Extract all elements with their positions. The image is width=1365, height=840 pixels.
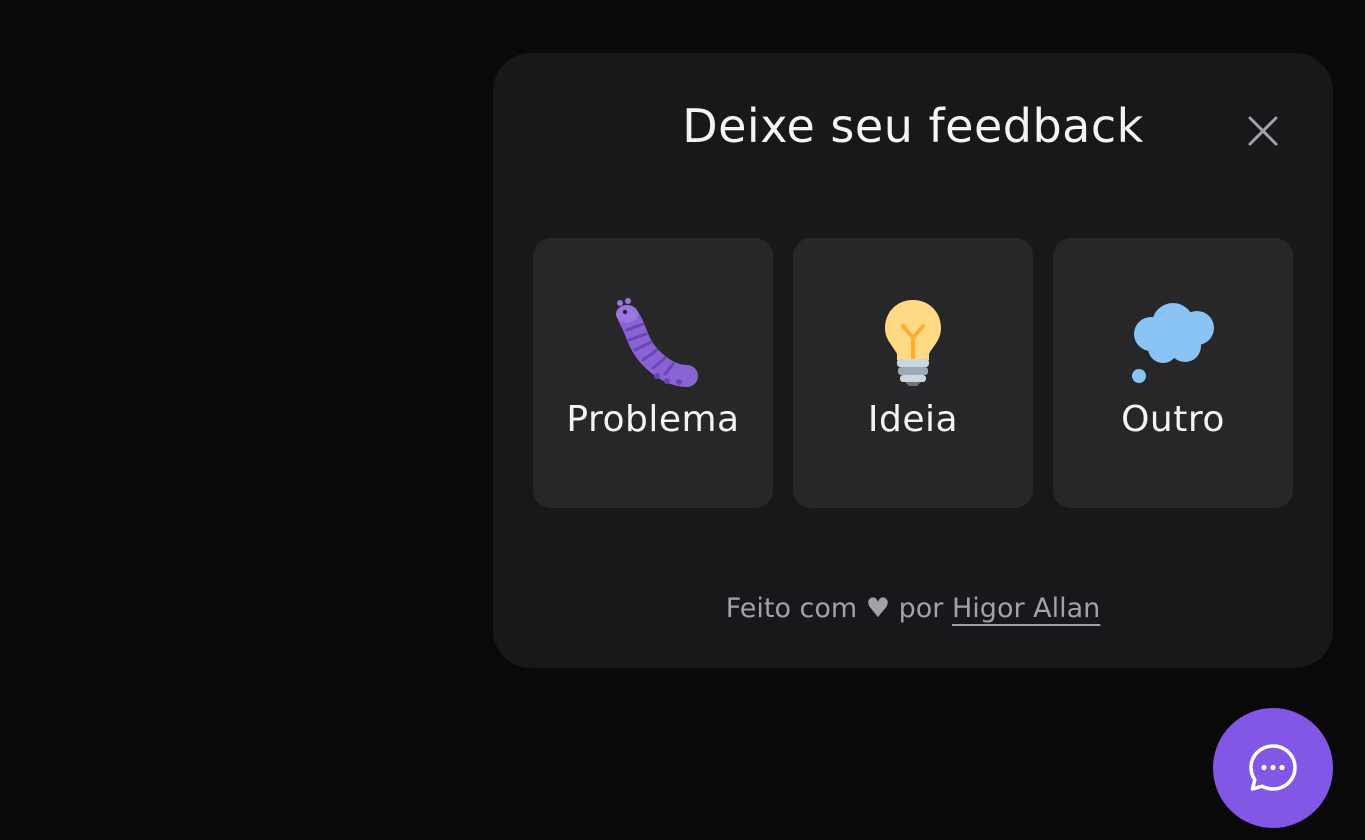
feedback-type-options: Problema Ideia Outro [533,238,1293,508]
option-ideia-button[interactable]: Ideia [793,238,1033,508]
author-link[interactable]: Higor Allan [952,593,1100,624]
footer-credits: Feito com ♥ por Higor Allan [493,591,1333,627]
option-problema-button[interactable]: Problema [533,238,773,508]
option-label: Ideia [867,399,959,440]
option-label: Outro [1121,399,1225,440]
heart-icon: ♥ [865,593,891,624]
widget-header: Deixe seu feedback [493,53,1333,213]
thought-balloon-icon [1127,296,1219,388]
footer-prefix: Feito com [725,593,858,624]
option-label: Problema [566,399,740,440]
footer-middle: por [898,593,944,624]
caterpillar-bug-icon [607,296,699,388]
close-button[interactable] [1240,108,1286,154]
feedback-widget: Deixe seu feedback Problema Ideia Outro … [493,53,1333,668]
option-outro-button[interactable]: Outro [1053,238,1293,508]
close-icon [1248,116,1278,146]
open-feedback-button[interactable] [1213,708,1333,828]
chat-bubble-icon [1249,744,1297,791]
lightbulb-icon [867,296,959,388]
widget-title: Deixe seu feedback [682,99,1144,153]
